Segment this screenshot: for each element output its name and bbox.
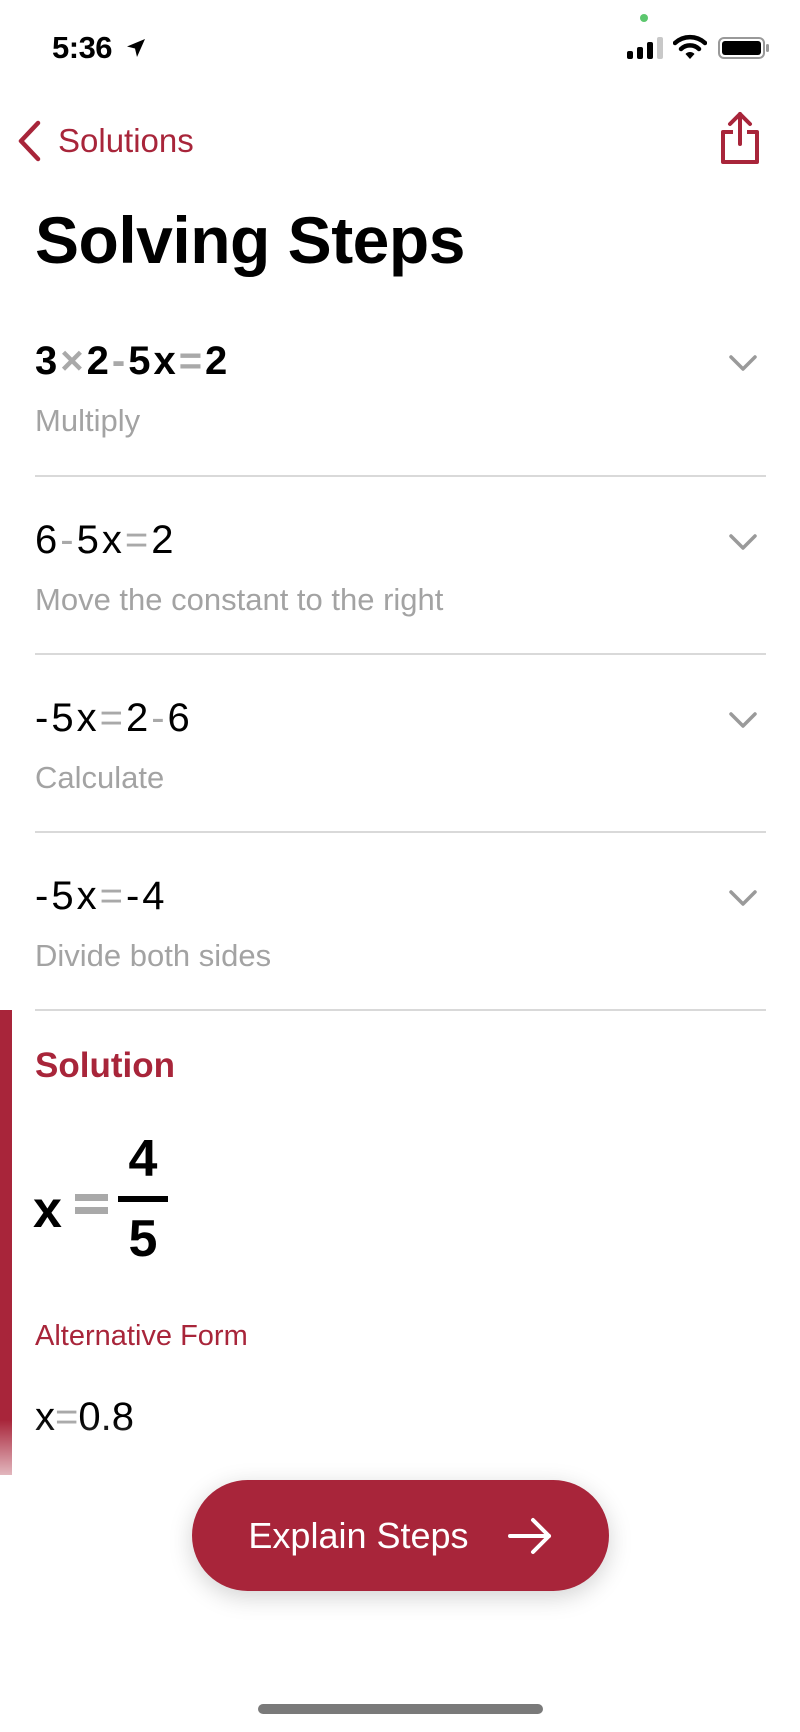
status-time: 5:36 <box>52 30 113 65</box>
equation-term: 2 <box>151 518 174 562</box>
fraction-numerator: 4 <box>128 1130 158 1188</box>
step-description: Calculate <box>35 760 165 795</box>
battery-full-icon <box>718 37 769 59</box>
divider <box>35 1009 766 1011</box>
back-button[interactable]: Solutions <box>16 118 194 164</box>
equation-term: x <box>153 339 176 383</box>
equation-term: - <box>35 874 49 918</box>
step-row[interactable]: 6-5x=2 Move the constant to the right <box>0 476 800 654</box>
equation-term: 6 <box>35 518 58 562</box>
fraction-bar <box>118 1196 168 1202</box>
step-equation: 6-5x=2 <box>35 518 176 563</box>
step-row[interactable]: 3×2-5x=2 Multiply <box>0 297 800 475</box>
privacy-indicator-dot <box>640 14 648 22</box>
equation-term: 6 <box>167 696 190 740</box>
step-row[interactable]: -5x=2-6 Calculate <box>0 654 800 832</box>
solution-heading: Solution <box>35 1046 175 1085</box>
solution-variable: x <box>33 1181 62 1239</box>
equation-operator: × <box>60 339 84 383</box>
step-equation: -5x=2-6 <box>35 696 193 741</box>
equation-term: 5 <box>51 874 74 918</box>
cellular-signal-icon <box>627 37 663 59</box>
step-description: Move the constant to the right <box>35 582 444 617</box>
equation-term: - <box>35 696 49 740</box>
solution-fraction: 4 5 <box>118 1128 168 1270</box>
explain-steps-label: Explain Steps <box>248 1514 469 1556</box>
equation-term: 5 <box>51 696 74 740</box>
fraction-denominator: 5 <box>128 1210 158 1268</box>
solution-accent-bar <box>0 1010 12 1475</box>
equation-operator: = <box>124 518 149 562</box>
equation-term: 5 <box>128 339 151 383</box>
equation-term: 2 <box>125 696 149 740</box>
arrow-right-icon <box>507 1517 551 1554</box>
equation-term: 4 <box>142 874 165 918</box>
equation-operator: = <box>178 339 203 383</box>
equation-operator: = <box>99 696 123 740</box>
equation-term: 2 <box>86 339 109 383</box>
share-icon[interactable] <box>718 110 762 166</box>
wifi-icon <box>673 34 707 59</box>
chevron-left-icon <box>18 120 41 162</box>
home-indicator <box>258 1704 543 1714</box>
equation-term: 5 <box>76 518 99 562</box>
chevron-down-icon[interactable] <box>728 532 758 552</box>
chevron-down-icon[interactable] <box>728 710 758 730</box>
step-equation: -5x=-4 <box>35 874 168 919</box>
equation-term: 2 <box>205 339 228 383</box>
equation-operator: - <box>151 696 165 740</box>
equation-operator: - <box>111 339 126 383</box>
back-label: Solutions <box>58 122 194 159</box>
alternative-form-label: Alternative Form <box>35 1320 248 1352</box>
step-row[interactable]: -5x=-4 Divide both sides <box>0 832 800 1010</box>
page-title: Solving Steps <box>35 203 465 277</box>
equation-operator: - <box>60 518 74 562</box>
equation-term: 3 <box>35 339 58 383</box>
equation-term: x <box>76 874 97 918</box>
step-equation: 3×2-5x=2 <box>35 339 230 384</box>
location-arrow-icon <box>127 39 145 57</box>
chevron-down-icon[interactable] <box>728 888 758 908</box>
explain-steps-button[interactable]: Explain Steps <box>192 1480 609 1591</box>
equation-term: x <box>101 518 122 562</box>
equals-sign <box>75 1194 108 1214</box>
equation-term: x <box>76 696 97 740</box>
step-description: Multiply <box>35 403 141 438</box>
chevron-down-icon[interactable] <box>728 353 758 373</box>
equation-operator: = <box>99 874 123 918</box>
step-description: Divide both sides <box>35 938 272 973</box>
equation-term: - <box>125 874 140 918</box>
